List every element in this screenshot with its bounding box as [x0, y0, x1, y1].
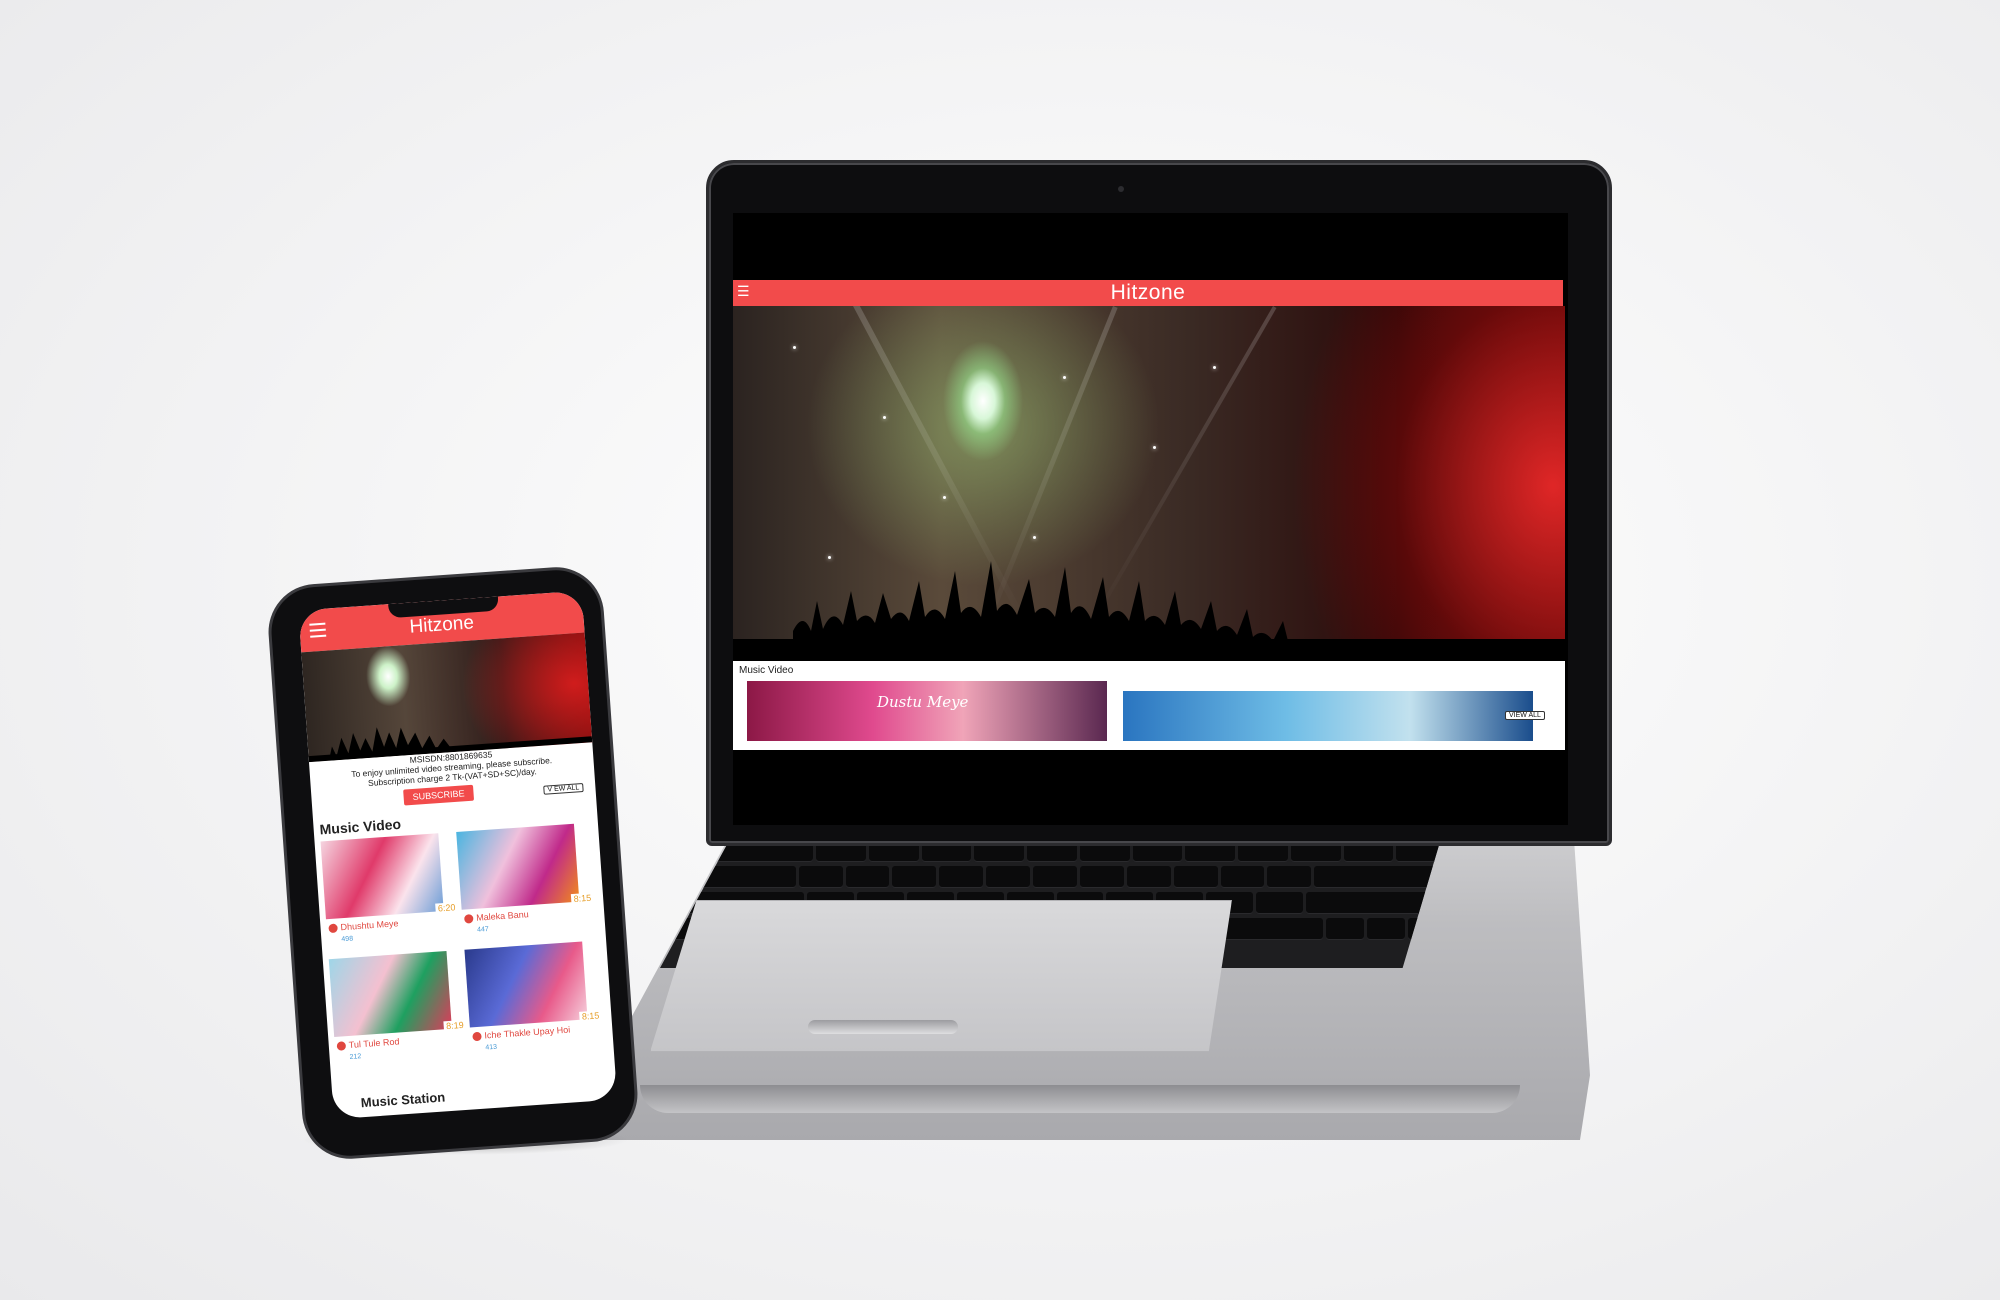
view-count: 413	[485, 1043, 498, 1052]
play-icon[interactable]	[328, 923, 338, 934]
laptop-app-header: ☰ Hitzone	[733, 280, 1563, 306]
phone-section-title: Music Video	[319, 815, 402, 838]
video-thumbnail[interactable]	[464, 941, 588, 1028]
video-thumbnail[interactable]	[456, 823, 580, 910]
phone-screen: Hitzone MSISDN:8801869635 To enjoy unlim…	[298, 590, 618, 1120]
hamburger-icon[interactable]: ☰	[737, 284, 750, 298]
video-thumbnail[interactable]	[328, 950, 452, 1038]
duration-badge: 6:20	[435, 902, 458, 914]
view-all-button[interactable]: V EW ALL	[543, 783, 584, 795]
phone-next-section-title: Music Station	[360, 1089, 446, 1111]
thumbnail-caption: Dustu Meye	[877, 693, 969, 711]
video-title[interactable]: Iche Thakle Upay Hoi	[484, 1025, 570, 1041]
video-card[interactable]: 8:19 Tul Tule Rod 212	[328, 950, 467, 1061]
video-thumbnail[interactable]	[320, 833, 444, 920]
duration-badge: 8:15	[579, 1010, 602, 1022]
crowd-silhouette	[733, 561, 1565, 661]
play-icon[interactable]	[336, 1041, 347, 1051]
play-icon[interactable]	[463, 914, 474, 924]
laptop-camera	[1118, 186, 1124, 192]
laptop-base-edge	[640, 1085, 1520, 1113]
laptop-front-notch	[808, 1020, 958, 1034]
view-count: 212	[349, 1053, 362, 1061]
video-card[interactable]: 6:20 Dhushtu Meye 498	[320, 833, 458, 943]
duration-badge: 8:19	[443, 1019, 467, 1032]
video-title[interactable]: Dhushtu Meye	[340, 918, 399, 932]
video-card[interactable]: 8:15 Maleka Banu 447	[456, 823, 594, 934]
laptop-video-thumbnail[interactable]	[1123, 691, 1533, 741]
view-count: 447	[476, 925, 490, 934]
laptop-app-title: Hitzone	[1110, 281, 1186, 304]
laptop-section-title: Music Video	[739, 665, 794, 676]
laptop-screen-bezel-bottom	[733, 750, 1565, 825]
laptop-screen: ☰ Hitzone Music Video Dustu Meye VIEW AL…	[733, 213, 1568, 825]
view-count: 498	[341, 935, 354, 944]
laptop-hero-banner	[733, 306, 1565, 661]
video-title[interactable]: Maleka Banu	[476, 909, 529, 923]
phone-hero-banner	[301, 632, 593, 763]
view-all-button[interactable]: VIEW ALL	[1505, 711, 1545, 720]
play-icon[interactable]	[472, 1031, 482, 1042]
video-title[interactable]: Tul Tule Rod	[348, 1036, 399, 1050]
duration-badge: 8:15	[571, 892, 594, 905]
video-card[interactable]: 8:15 Iche Thakle Upay Hoi 413	[464, 941, 602, 1051]
subscribe-button[interactable]: SUBSCRIBE	[403, 784, 475, 806]
laptop-video-thumbnail[interactable]: Dustu Meye	[747, 681, 1107, 741]
